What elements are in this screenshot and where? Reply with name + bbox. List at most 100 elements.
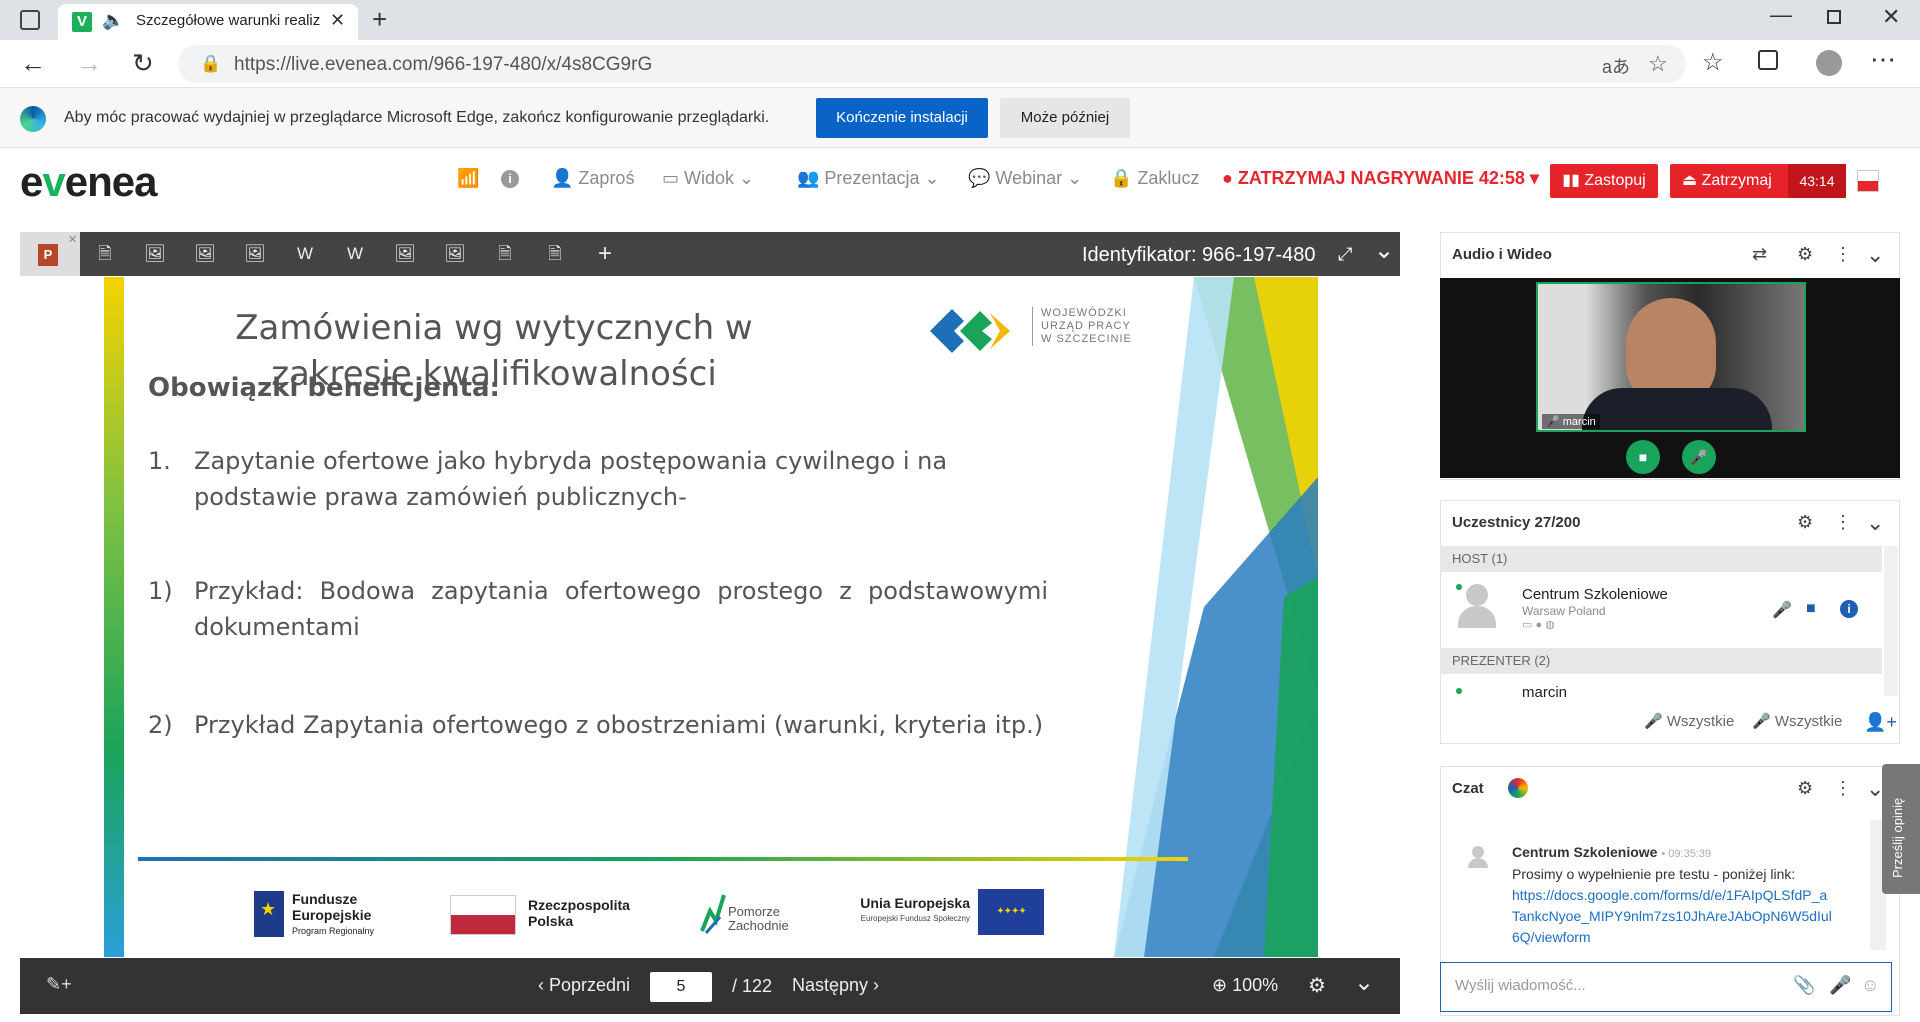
page-number-input[interactable]: 5 [650,972,712,1002]
chat-mic-icon[interactable]: 🎤 [1829,975,1851,996]
rp-logo-text: Rzeczpospolita Polska [528,897,630,929]
speaker-icon[interactable]: 🔈 [102,10,124,31]
add-participant-icon[interactable]: 👤+ [1864,712,1897,733]
replace-button[interactable]: ▮▮ Zastopuj [1550,164,1658,198]
host-camera-icon[interactable]: ■ [1806,600,1816,618]
camera-toggle-button[interactable]: ■ [1626,440,1660,474]
eu-flag-icon: ✦✦✦✦ [978,889,1044,935]
wifi-icon[interactable]: 📶 [457,168,479,189]
av-collapse-icon[interactable]: ⌄ [1866,242,1884,268]
feedback-tab[interactable]: Prześlij opinię [1882,764,1920,894]
chat-emoji-icon[interactable] [1508,778,1528,798]
host-info-icon[interactable]: i [1840,600,1858,618]
participants-title: Uczestnicy 27/200 [1452,514,1581,531]
back-icon[interactable]: ← [20,48,46,79]
thumbnail-doc-icon[interactable]: 🗎 [530,232,580,276]
favorites-icon[interactable]: ☆ [1702,48,1724,77]
read-aloud-icon[interactable]: aあ [1602,53,1630,79]
collections-icon[interactable] [1758,50,1778,70]
forward-icon[interactable]: → [76,48,102,79]
av-more-icon[interactable]: ⋮ [1834,244,1852,265]
info-message: Aby móc pracować wydajniej w przeglądarc… [64,109,770,126]
chat-input[interactable]: Wyślij wiadomość... 📎 🎤 ☺ [1440,962,1892,1012]
view-menu[interactable]: ▭ Widok ⌄ [662,168,754,189]
thumbnail-word-icon[interactable]: W [330,232,380,276]
thumbnail-image-icon[interactable]: 🖼 [230,232,280,276]
thumbnail-image-icon[interactable]: 🖼 [430,232,480,276]
feedback-label: Prześlij opinię [1890,797,1905,878]
screen: V 🔈 Szczegółowe warunki realiz ✕ + — ✕ ←… [0,0,1920,1022]
host-mic-icon[interactable]: 🎤 [1772,600,1792,620]
people-icon: 👥 [797,168,825,188]
maximize-icon[interactable] [1827,10,1841,24]
emoji-icon[interactable]: ☺ [1861,975,1879,996]
participants-panel [1440,500,1900,744]
pomorze-logo-text: Pomorze Zachodnie [728,904,789,933]
thumbnail-image-icon[interactable]: 🖼 [380,232,430,276]
flag-pl-icon[interactable] [1857,170,1879,192]
refresh-icon[interactable]: ↻ [132,48,154,79]
av-settings-icon[interactable]: ⚙ [1797,244,1813,265]
thumbnail-image-icon[interactable]: 🖼 [130,232,180,276]
lock-menu[interactable]: 🔒 Zaklucz [1110,168,1199,189]
chat-settings-icon[interactable]: ⚙ [1797,778,1813,799]
thumbnail-add-icon[interactable]: + [580,232,630,276]
browser-tab[interactable]: V 🔈 Szczegółowe warunki realiz ✕ [58,4,358,40]
webcam-video[interactable]: 🎤 marcin [1536,282,1806,432]
toolbar-collapse-icon[interactable]: ⌄ [1374,236,1394,265]
participants-collapse-icon[interactable]: ⌄ [1866,510,1884,536]
thumbnail-doc-icon[interactable]: 🗎 [480,232,530,276]
more-icon[interactable]: ⋯ [1870,44,1896,75]
invite-menu[interactable]: 👤 Zaproś [551,168,634,189]
presenter-row[interactable]: marcin [1522,684,1822,698]
maybe-later-button[interactable]: Może później [1000,98,1130,138]
stop-timer: 43:14 [1788,164,1846,198]
new-tab-icon[interactable]: + [372,4,387,35]
participants-more-icon[interactable]: ⋮ [1834,512,1852,533]
meeting-id: Identyfikator: 966-197-480 [1082,244,1316,266]
window-close-icon[interactable]: ✕ [1882,4,1900,30]
presentation-menu[interactable]: 👥 Prezentacja ⌄ [797,168,940,189]
participants-settings-icon[interactable]: ⚙ [1797,512,1813,533]
tab-close-icon[interactable]: ✕ [330,10,345,31]
stop-recording-button[interactable]: ● ZATRZYMAJ NAGRYWANIE 42:58 ▾ [1222,168,1539,189]
profile-avatar[interactable] [1816,50,1842,76]
padlock-icon: 🔒 [1110,168,1138,188]
stop-button[interactable]: ⏏ Zatrzymaj 43:14 [1670,164,1846,198]
mute-all-video-button[interactable]: 🎤 Wszystkie [1752,712,1842,730]
pomorze-logo-icon [698,891,728,935]
favorite-star-icon[interactable]: ☆ [1648,51,1668,77]
attach-icon[interactable]: 📎 [1793,975,1815,996]
zoom-control[interactable]: ⊕ 100% [1212,975,1278,996]
flag-pl-logo-icon [450,895,516,935]
thumbnail-image-icon[interactable]: 🖼 [180,232,230,276]
chat-placeholder: Wyślij wiadomość... [1455,977,1586,994]
thumbnail-doc-icon[interactable]: 🗎 [80,232,130,276]
thumbnail-strip: 🗎 🖼 🖼 🖼 W W 🖼 🖼 🗎 🗎 + [80,232,720,276]
chat-more-icon[interactable]: ⋮ [1834,778,1852,799]
info-icon[interactable]: i [501,170,519,188]
thumbnail-word-icon[interactable]: W [280,232,330,276]
evenea-logo[interactable]: evenea [20,158,157,206]
url-field[interactable]: 🔒 https://live.evenea.com/966-197-480/x/… [178,45,1686,83]
favicon-icon: V [72,12,92,32]
chat-avatar [1468,846,1488,870]
swap-icon[interactable]: ⇄ [1752,244,1767,265]
viewer-collapse-icon[interactable]: ⌄ [1354,968,1374,997]
tab-actions-icon[interactable] [20,10,40,30]
annotate-pen-icon[interactable]: ✎+ [46,974,72,995]
minimize-icon[interactable]: — [1770,2,1792,28]
next-slide-button[interactable]: Następny › [792,975,879,996]
fullscreen-icon[interactable]: ⤢ [1338,244,1352,265]
prev-slide-button[interactable]: ‹ Poprzedni [538,975,630,996]
chat-link[interactable]: https://docs.google.com/forms/d/e/1FAIpQ… [1512,885,1832,948]
mic-toggle-button[interactable]: 🎤 [1682,440,1716,474]
mute-all-audio-button[interactable]: 🎤 Wszystkie [1644,712,1734,730]
webinar-menu[interactable]: 💬 Webinar ⌄ [968,168,1082,189]
thumb-close-icon[interactable]: ✕ [68,233,77,246]
viewer-settings-icon[interactable]: ⚙ [1308,973,1326,998]
participants-scrollbar[interactable] [1884,546,1898,696]
wup-logo-text: WOJEWÓDZKI URZĄD PRACY W SZCZECINIE [1032,307,1142,346]
zoom-in-icon: ⊕ [1212,975,1233,995]
finish-setup-button[interactable]: Kończenie instalacji [816,98,988,138]
